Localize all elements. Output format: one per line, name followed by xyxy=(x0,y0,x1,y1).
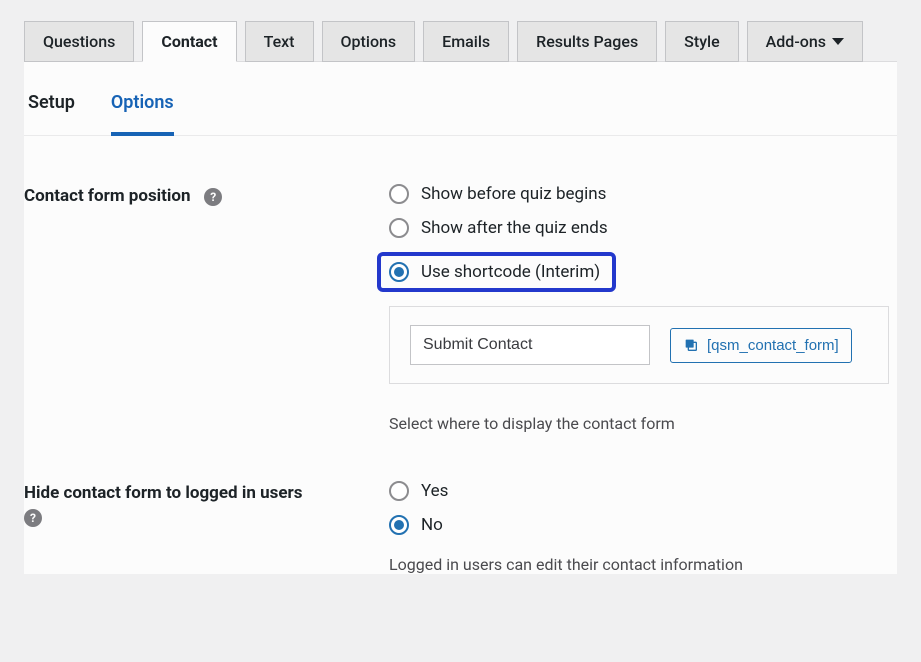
field-control-col: Yes No Logged in users can edit their co… xyxy=(389,481,897,574)
field-contact-position: Contact form position ? Show before quiz… xyxy=(24,184,897,433)
radio-use-shortcode[interactable]: Use shortcode (Interim) xyxy=(377,252,616,292)
subtab-options[interactable]: Options xyxy=(111,92,174,123)
radio-show-before[interactable]: Show before quiz begins xyxy=(389,184,897,204)
radio-label: No xyxy=(421,515,443,535)
contact-position-label: Contact form position xyxy=(24,186,191,206)
field-label-col: Contact form position ? xyxy=(24,184,389,206)
tab-questions[interactable]: Questions xyxy=(24,21,134,62)
sub-tabs: Setup Options xyxy=(24,92,897,136)
help-icon[interactable]: ? xyxy=(24,509,42,527)
copy-icon xyxy=(683,337,699,353)
tab-options[interactable]: Options xyxy=(322,21,416,62)
radio-yes[interactable]: Yes xyxy=(389,481,897,501)
tab-text[interactable]: Text xyxy=(245,21,314,62)
hide-logged-in-help: Logged in users can edit their contact i… xyxy=(389,555,897,574)
field-hide-logged-in: Hide contact form to logged in users ? Y… xyxy=(24,481,897,574)
tab-style[interactable]: Style xyxy=(665,21,739,62)
tab-contact[interactable]: Contact xyxy=(142,21,236,62)
help-icon[interactable]: ? xyxy=(204,188,222,206)
field-control-col: Show before quiz begins Show after the q… xyxy=(389,184,897,433)
chevron-down-icon xyxy=(832,38,844,45)
shortcode-box: [qsm_contact_form] xyxy=(389,306,889,384)
radio-show-after[interactable]: Show after the quiz ends xyxy=(389,218,897,238)
submit-contact-input[interactable] xyxy=(410,325,650,365)
tab-add-ons-label: Add-ons xyxy=(766,32,826,51)
radio-label: Show before quiz begins xyxy=(421,184,606,204)
radio-label: Yes xyxy=(421,481,448,501)
copy-shortcode-button[interactable]: [qsm_contact_form] xyxy=(670,328,852,363)
hide-logged-in-label: Hide contact form to logged in users xyxy=(24,483,303,503)
radio-no[interactable]: No xyxy=(389,515,897,535)
radio-icon xyxy=(389,515,409,535)
subtab-setup[interactable]: Setup xyxy=(28,92,75,123)
hide-logged-in-radio-group: Yes No xyxy=(389,481,897,535)
radio-label: Use shortcode (Interim) xyxy=(421,262,600,282)
top-tabs: Questions Contact Text Options Emails Re… xyxy=(24,20,897,62)
radio-icon xyxy=(389,184,409,204)
radio-icon xyxy=(389,218,409,238)
tab-results-pages[interactable]: Results Pages xyxy=(517,21,657,62)
contact-position-radio-group: Show before quiz begins Show after the q… xyxy=(389,184,897,292)
contact-panel: Setup Options Contact form position ? Sh… xyxy=(24,62,897,574)
tab-add-ons[interactable]: Add-ons xyxy=(747,21,863,62)
shortcode-text: [qsm_contact_form] xyxy=(707,337,839,354)
radio-icon xyxy=(389,481,409,501)
field-label-col: Hide contact form to logged in users ? xyxy=(24,481,389,527)
radio-icon xyxy=(389,262,409,282)
tab-emails[interactable]: Emails xyxy=(423,21,509,62)
contact-position-help: Select where to display the contact form xyxy=(389,414,897,433)
radio-label: Show after the quiz ends xyxy=(421,218,608,238)
